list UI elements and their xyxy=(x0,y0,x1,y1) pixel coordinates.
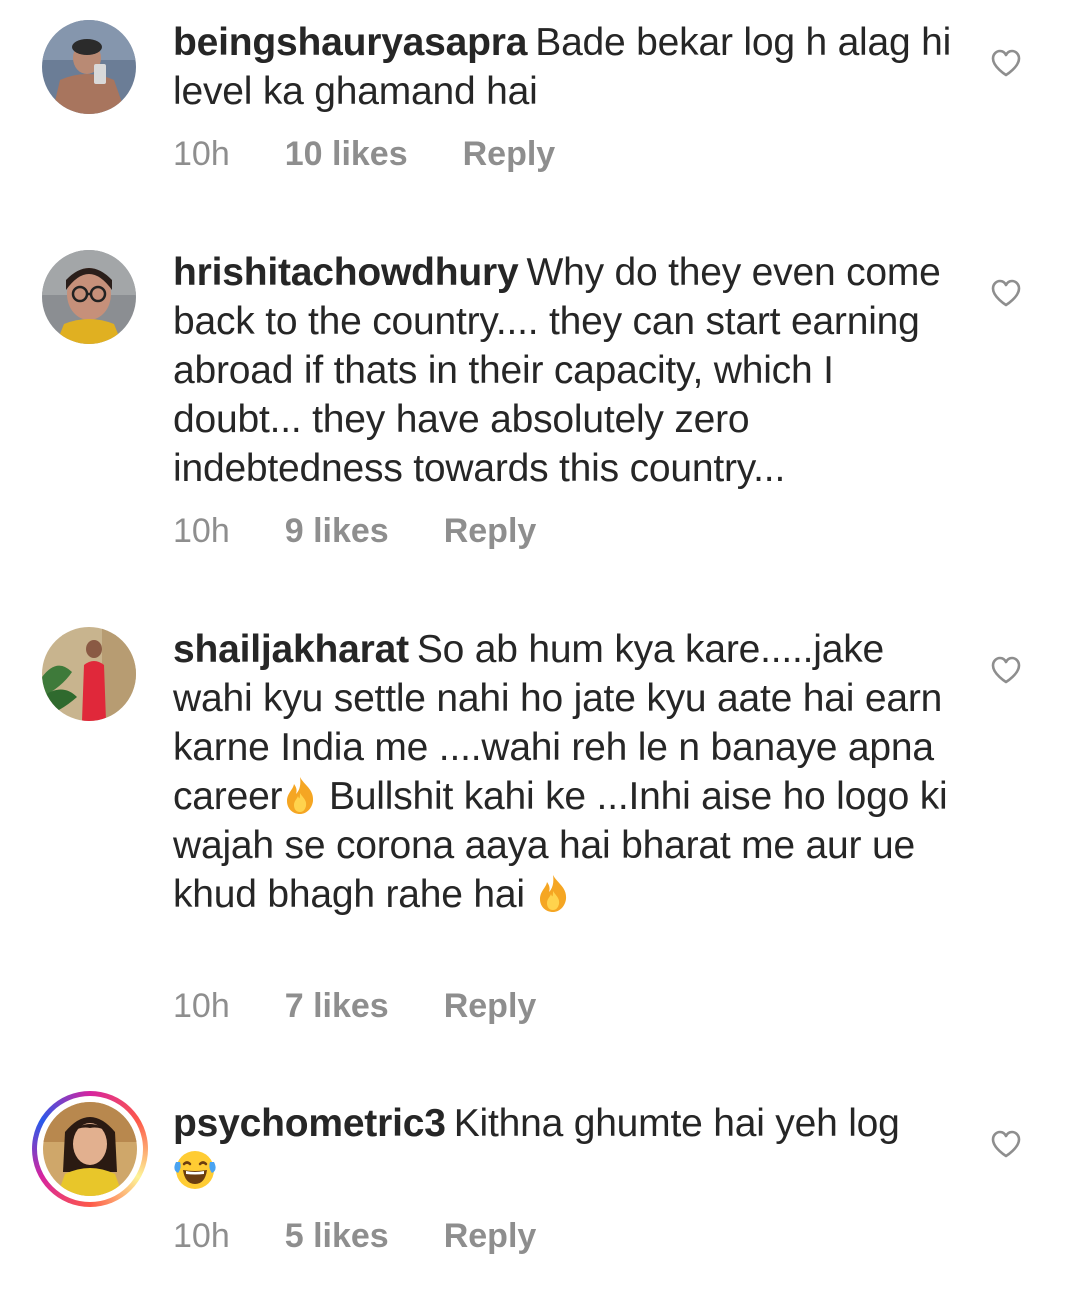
heart-outline-icon[interactable] xyxy=(990,278,1022,308)
heart-outline-icon[interactable] xyxy=(990,48,1022,78)
reply-button[interactable]: Reply xyxy=(463,134,556,174)
avatar[interactable] xyxy=(42,627,136,721)
comment-meta: 10h 9 likes Reply xyxy=(173,511,536,551)
comment-likes[interactable]: 9 likes xyxy=(285,511,389,551)
comment-username[interactable]: beingshauryasapra xyxy=(173,21,527,64)
avatar-photo xyxy=(42,627,136,721)
comment-username[interactable]: hrishitachowdhury xyxy=(173,251,519,294)
reply-button[interactable]: Reply xyxy=(444,986,537,1026)
fire-emoji-icon xyxy=(540,875,567,912)
comment-meta: 10h 10 likes Reply xyxy=(173,134,555,174)
comment-time: 10h xyxy=(173,987,230,1025)
comment-text: hrishitachowdhury Why do they even come b… xyxy=(173,248,963,493)
avatar[interactable] xyxy=(43,1102,137,1196)
avatar[interactable] xyxy=(42,250,136,344)
reply-button[interactable]: Reply xyxy=(444,1216,537,1256)
avatar-photo xyxy=(43,1102,137,1196)
avatar-photo xyxy=(42,20,136,114)
heart-outline-icon[interactable] xyxy=(990,1129,1022,1159)
comment-likes[interactable]: 5 likes xyxy=(285,1216,389,1256)
comment-text: shailjakharat So ab hum kya kare.....jake… xyxy=(173,625,963,919)
comment-username[interactable]: shailjakharat xyxy=(173,628,409,671)
comment-time: 10h xyxy=(173,512,230,550)
avatar-photo xyxy=(42,250,136,344)
heart-outline-icon[interactable] xyxy=(990,655,1022,685)
comment-likes[interactable]: 7 likes xyxy=(285,986,389,1026)
comment-meta: 10h 5 likes Reply xyxy=(173,1216,536,1256)
comment-likes[interactable]: 10 likes xyxy=(285,134,408,174)
laughing-tears-emoji-icon xyxy=(174,1151,216,1189)
comment-username[interactable]: psychometric3 xyxy=(173,1102,446,1145)
fire-emoji-icon xyxy=(287,777,314,814)
comment-meta: 10h 7 likes Reply xyxy=(173,986,536,1026)
comment-text: psychometric3 Kithna ghumte hai yeh log xyxy=(173,1099,963,1198)
avatar[interactable] xyxy=(42,20,136,114)
comment-text: beingshauryasapra Bade bekar log h alag h… xyxy=(173,18,963,116)
comment-time: 10h xyxy=(173,1217,230,1255)
comment-body: Kithna ghumte hai yeh log xyxy=(453,1102,900,1145)
comment-time: 10h xyxy=(173,135,230,173)
story-ring[interactable] xyxy=(32,1091,148,1207)
reply-button[interactable]: Reply xyxy=(444,511,537,551)
